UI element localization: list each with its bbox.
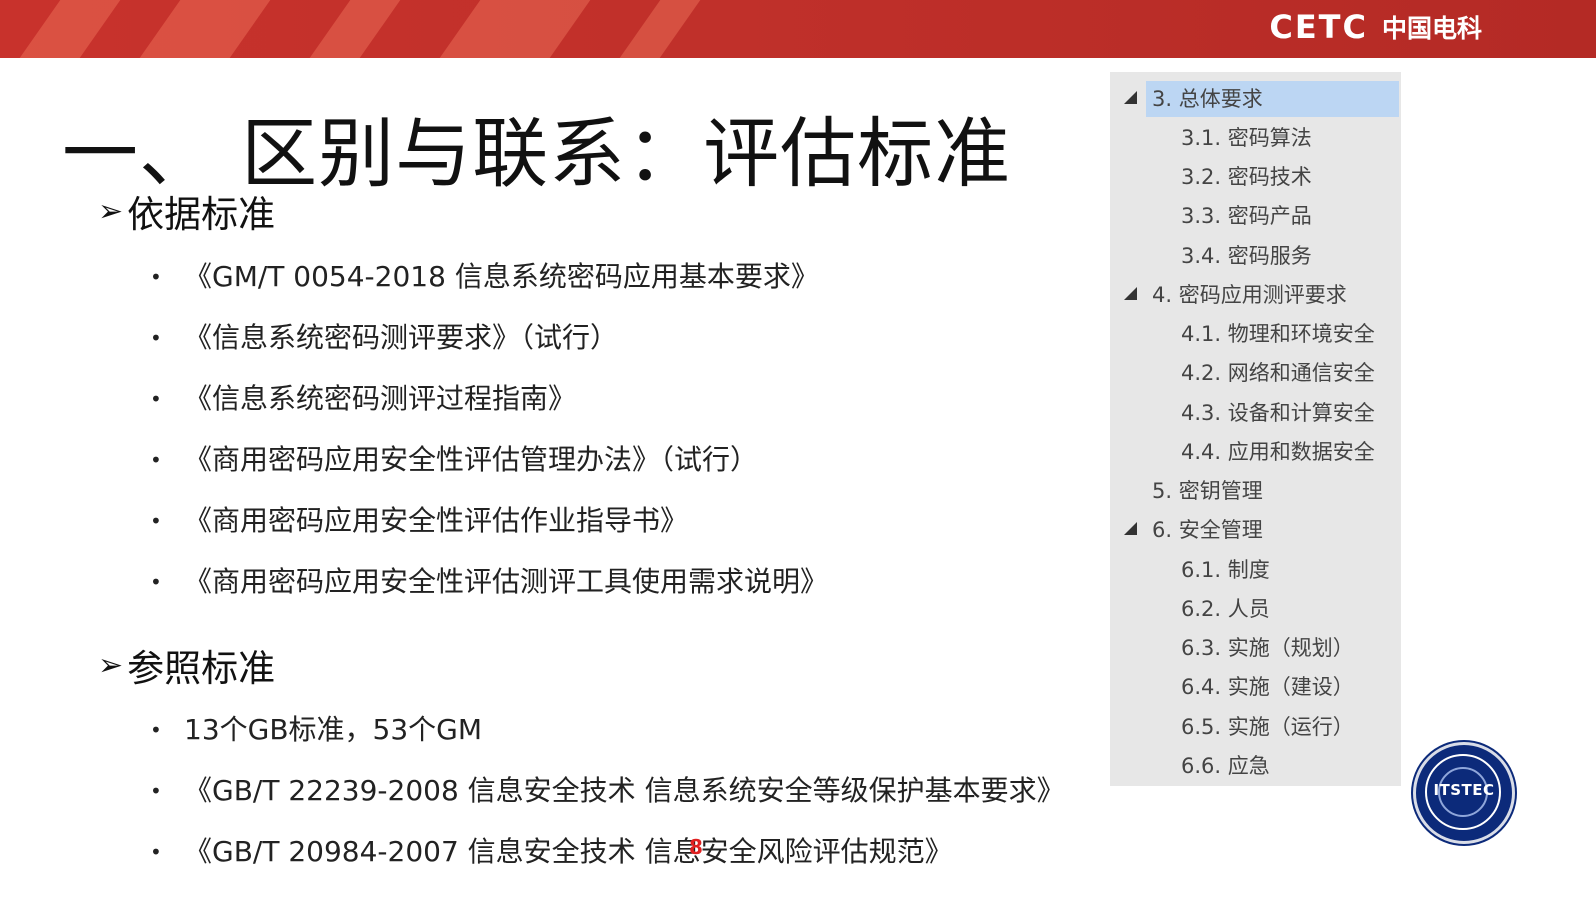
list-item: • 《商用密码应用安全性评估管理办法》（试行） xyxy=(150,440,828,501)
list-item: • 《信息系统密码测评要求》（试行） xyxy=(150,318,828,379)
tree-item-label: 4.1. 物理和环境安全 xyxy=(1181,322,1375,346)
tree-item-label: 3.2. 密码技术 xyxy=(1181,165,1312,189)
arrow-bullet-icon: ➢ xyxy=(98,193,124,229)
list-item: • 《GB/T 20984-2007 信息安全技术 信息安全风险评估规范》 xyxy=(150,832,1065,893)
logo-text: ITSTEC xyxy=(1433,781,1495,799)
tree-item-label: 4. 密码应用测评要求 xyxy=(1152,283,1347,307)
tree-item-3-3[interactable]: 3.3. 密码产品 xyxy=(1110,198,1401,234)
bullet-icon: • xyxy=(150,387,162,411)
tree-item-6[interactable]: 6. 安全管理 xyxy=(1110,512,1401,548)
banner-stripe xyxy=(619,0,701,58)
tree-item-label: 6.3. 实施（规划） xyxy=(1181,636,1354,660)
tree-item-6-6[interactable]: 6.6. 应急 xyxy=(1110,748,1401,784)
toc-tree-panel: 3. 总体要求 3.1. 密码算法 3.2. 密码技术 3.3. 密码产品 3.… xyxy=(1110,72,1401,786)
list-item-text: 《商用密码应用安全性评估作业指导书》 xyxy=(184,504,689,537)
header-banner: CETC 中国电科 xyxy=(0,0,1596,58)
bullet-icon: • xyxy=(150,326,162,350)
expand-triangle-icon[interactable] xyxy=(1124,91,1137,104)
expand-triangle-icon[interactable] xyxy=(1124,522,1137,535)
tree-item-label: 3.1. 密码算法 xyxy=(1181,126,1312,150)
tree-item-label: 4.3. 设备和计算安全 xyxy=(1181,401,1375,425)
tree-item-label: 6.1. 制度 xyxy=(1181,558,1270,582)
list-item-text: 《GB/T 20984-2007 信息安全技术 信息安全风险评估规范》 xyxy=(184,835,953,868)
basis-standards-list: • 《GM/T 0054-2018 信息系统密码应用基本要求》 • 《信息系统密码测… xyxy=(150,257,828,623)
list-item-text: 《GM/T 0054-2018 信息系统密码应用基本要求》 xyxy=(184,260,819,293)
banner-stripe xyxy=(309,0,401,58)
bullet-icon: • xyxy=(150,840,162,864)
list-item: • 13个GB标准，53个GM xyxy=(150,710,1065,771)
itstec-logo: ITSTEC xyxy=(1413,742,1515,844)
list-item: • 《商用密码应用安全性评估测评工具使用需求说明》 xyxy=(150,562,828,623)
list-item: • 《GM/T 0054-2018 信息系统密码应用基本要求》 xyxy=(150,257,828,318)
tree-item-label: 6.6. 应急 xyxy=(1181,754,1270,778)
tree-item-3[interactable]: 3. 总体要求 xyxy=(1110,81,1401,117)
page-number: 8 xyxy=(689,835,703,859)
cetc-logo: CETC 中国电科 xyxy=(1269,8,1482,46)
tree-item-4-3[interactable]: 4.3. 设备和计算安全 xyxy=(1110,395,1401,431)
banner-stripe xyxy=(139,0,271,58)
tree-item-6-3[interactable]: 6.3. 实施（规划） xyxy=(1110,630,1401,666)
tree-item-3-2[interactable]: 3.2. 密码技术 xyxy=(1110,159,1401,195)
bullet-icon: • xyxy=(150,448,162,472)
bullet-icon: • xyxy=(150,718,162,742)
bullet-icon: • xyxy=(150,779,162,803)
list-item-text: 《商用密码应用安全性评估管理办法》（试行） xyxy=(184,443,759,476)
bullet-icon: • xyxy=(150,509,162,533)
tree-item-4[interactable]: 4. 密码应用测评要求 xyxy=(1110,277,1401,313)
list-item-text: 《信息系统密码测评要求》（试行） xyxy=(184,321,619,354)
tree-item-label: 6.5. 实施（运行） xyxy=(1181,715,1354,739)
tree-item-3-1[interactable]: 3.1. 密码算法 xyxy=(1110,120,1401,156)
tree-item-label: 4.2. 网络和通信安全 xyxy=(1181,361,1375,385)
tree-item-6-4[interactable]: 6.4. 实施（建设） xyxy=(1110,669,1401,705)
list-item: • 《GB/T 22239-2008 信息安全技术 信息系统安全等级保护基本要求》 xyxy=(150,771,1065,832)
tree-item-label: 6. 安全管理 xyxy=(1152,518,1263,542)
tree-item-label: 3. 总体要求 xyxy=(1152,87,1263,111)
arrow-bullet-icon: ➢ xyxy=(98,647,124,683)
tree-item-6-1[interactable]: 6.1. 制度 xyxy=(1110,552,1401,588)
tree-item-4-4[interactable]: 4.4. 应用和数据安全 xyxy=(1110,434,1401,470)
expand-triangle-icon[interactable] xyxy=(1124,287,1137,300)
list-item-text: 13个GB标准，53个GM xyxy=(184,713,483,746)
reference-standards-list: • 13个GB标准，53个GM • 《GB/T 22239-2008 信息安全技术 … xyxy=(150,710,1065,893)
tree-item-label: 5. 密钥管理 xyxy=(1152,479,1263,503)
tree-item-label: 3.3. 密码产品 xyxy=(1181,204,1312,228)
tree-item-4-2[interactable]: 4.2. 网络和通信安全 xyxy=(1110,355,1401,391)
banner-stripe xyxy=(439,0,591,58)
section-heading: 参照标准 xyxy=(127,647,276,690)
tree-item-label: 6.2. 人员 xyxy=(1181,597,1270,621)
logo-cn: 中国电科 xyxy=(1381,14,1482,43)
banner-stripe xyxy=(19,0,121,58)
tree-item-6-2[interactable]: 6.2. 人员 xyxy=(1110,591,1401,627)
tree-item-label: 4.4. 应用和数据安全 xyxy=(1181,440,1375,464)
list-item: • 《商用密码应用安全性评估作业指导书》 xyxy=(150,501,828,562)
section-heading: 依据标准 xyxy=(127,193,276,236)
tree-item-5[interactable]: 5. 密钥管理 xyxy=(1110,473,1401,509)
section-reference: ➢ 参照标准 xyxy=(98,638,275,692)
bullet-icon: • xyxy=(150,570,162,594)
tree-item-6-5[interactable]: 6.5. 实施（运行） xyxy=(1110,709,1401,745)
list-item-text: 《信息系统密码测评过程指南》 xyxy=(184,382,577,415)
list-item-text: 《商用密码应用安全性评估测评工具使用需求说明》 xyxy=(184,565,829,598)
logo-en: CETC xyxy=(1269,8,1368,46)
list-item-text: 《GB/T 22239-2008 信息安全技术 信息系统安全等级保护基本要求》 xyxy=(184,774,1065,807)
tree-item-label: 3.4. 密码服务 xyxy=(1181,244,1312,268)
list-item: • 《信息系统密码测评过程指南》 xyxy=(150,379,828,440)
tree-item-3-4[interactable]: 3.4. 密码服务 xyxy=(1110,238,1401,274)
bullet-icon: • xyxy=(150,265,162,289)
tree-item-4-1[interactable]: 4.1. 物理和环境安全 xyxy=(1110,316,1401,352)
tree-item-label: 6.4. 实施（建设） xyxy=(1181,675,1354,699)
section-basis: ➢ 依据标准 xyxy=(98,184,275,238)
